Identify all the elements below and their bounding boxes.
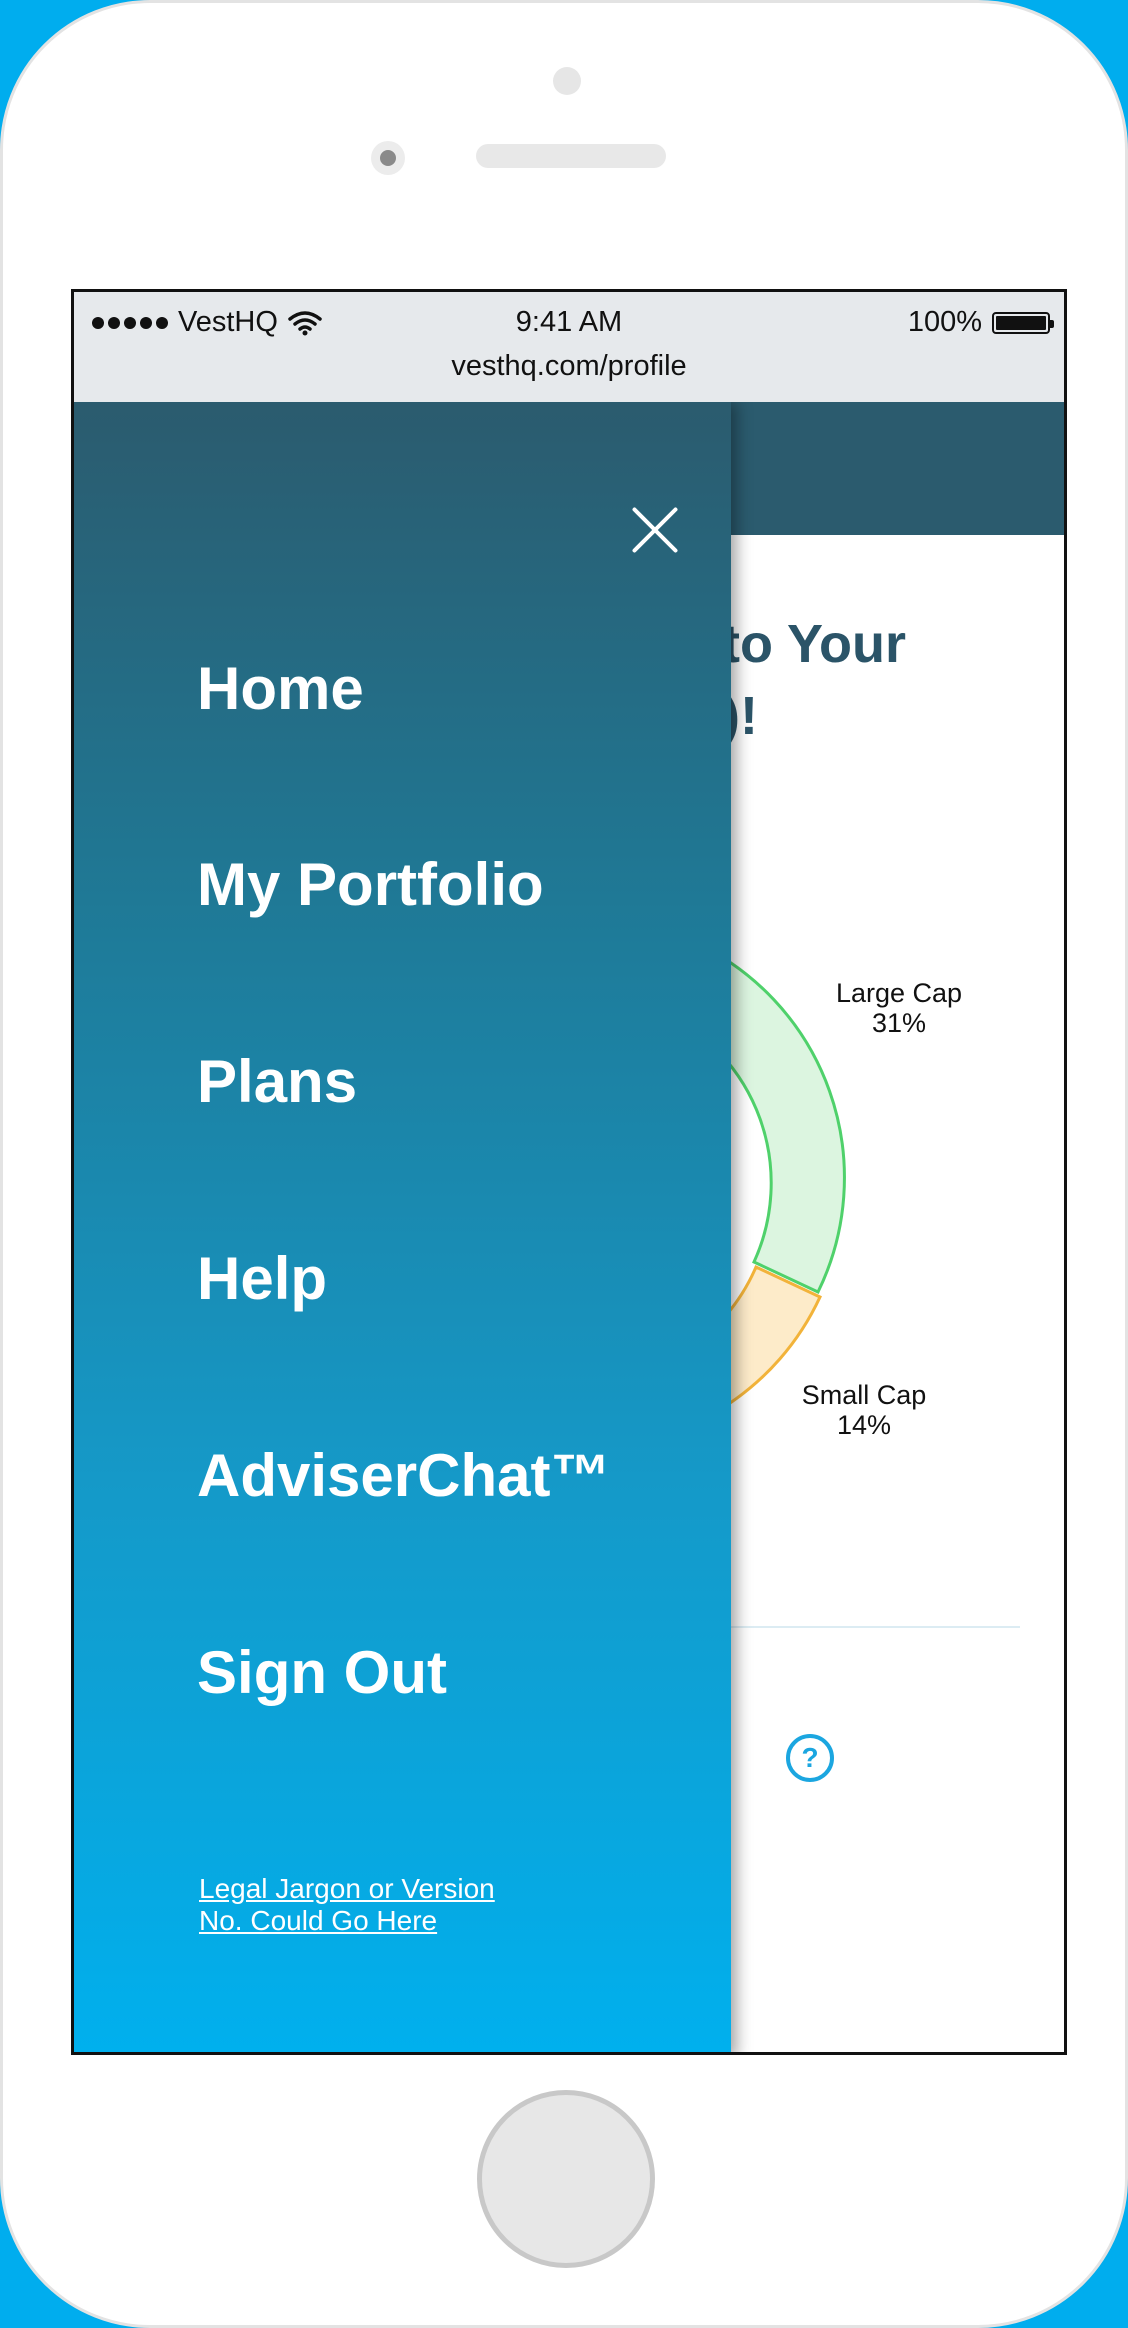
large-cap-label: Large Cap 31% — [819, 978, 979, 1038]
small-cap-value: 14% — [836, 1410, 892, 1440]
screen: to Your )! Large Cap 31% Small Cap 14% e… — [71, 289, 1067, 2055]
menu-item-help[interactable]: Help — [197, 1244, 327, 1313]
legal-link[interactable]: Legal Jargon or Version No. Could Go Her… — [199, 1873, 529, 1937]
battery-status: 100% — [907, 306, 1054, 339]
battery-icon — [992, 311, 1054, 334]
menu-item-my-portfolio[interactable]: My Portfolio — [197, 850, 544, 919]
menu-item-plans[interactable]: Plans — [197, 1047, 357, 1116]
large-cap-value: 31% — [871, 1008, 927, 1038]
earpiece-speaker — [476, 144, 666, 168]
menu-item-adviserchat[interactable]: AdviserChat™ — [197, 1441, 610, 1510]
home-button[interactable] — [477, 2090, 655, 2268]
help-circle-icon[interactable]: ? — [786, 1734, 834, 1782]
proximity-sensor — [553, 67, 581, 95]
large-cap-name: Large Cap — [835, 978, 963, 1008]
front-camera — [371, 141, 405, 175]
small-cap-name: Small Cap — [801, 1380, 927, 1410]
navigation-drawer: Home My Portfolio Plans Help AdviserChat… — [74, 402, 731, 2052]
phone-frame: to Your )! Large Cap 31% Small Cap 14% e… — [0, 0, 1128, 2328]
battery-percent: 100% — [907, 306, 982, 338]
close-icon[interactable] — [630, 505, 680, 555]
address-bar-url[interactable]: vesthq.com/profile — [74, 350, 1064, 383]
browser-status-bar: VestHQ 9:41 AM 100% vesthq.com/profile — [74, 292, 1064, 402]
menu-item-home[interactable]: Home — [197, 654, 364, 723]
small-cap-label: Small Cap 14% — [784, 1380, 944, 1440]
menu-item-sign-out[interactable]: Sign Out — [197, 1638, 447, 1707]
